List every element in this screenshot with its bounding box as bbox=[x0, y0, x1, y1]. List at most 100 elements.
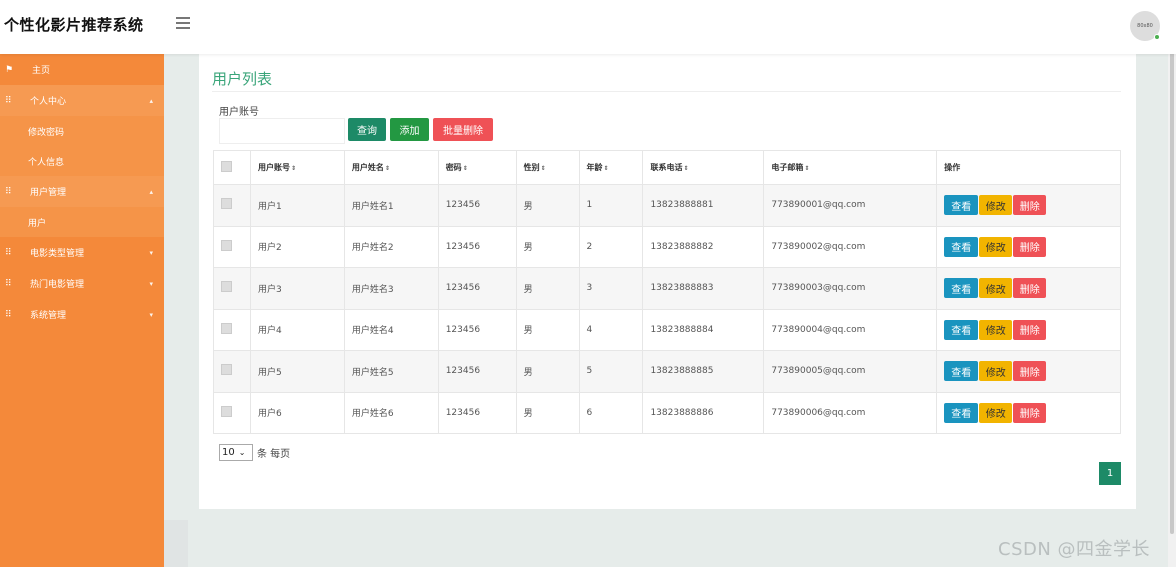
cell-actions: 查看 修改 删除 bbox=[936, 267, 1121, 310]
grid-icon: ⠿ bbox=[5, 278, 12, 289]
cell-age: 6 bbox=[578, 391, 644, 434]
select-all-checkbox[interactable] bbox=[221, 161, 232, 172]
sidebar-item-label: 系统管理 bbox=[30, 311, 67, 321]
grid-icon: ⠿ bbox=[5, 95, 12, 106]
view-button[interactable]: 查看 bbox=[944, 361, 979, 382]
search-input[interactable] bbox=[219, 118, 345, 144]
row-checkbox[interactable] bbox=[221, 281, 232, 293]
cell-actions: 查看 修改 删除 bbox=[936, 350, 1121, 393]
column-header-account[interactable]: 用户账号⇕ bbox=[249, 150, 345, 185]
grid-icon: ⠿ bbox=[5, 186, 12, 197]
delete-button[interactable]: 删除 bbox=[1013, 319, 1047, 340]
row-checkbox[interactable] bbox=[221, 198, 232, 210]
cell-phone: 13823888886 bbox=[642, 391, 765, 434]
cell-account: 用户4 bbox=[249, 308, 345, 351]
view-button[interactable]: 查看 bbox=[944, 195, 979, 216]
row-checkbox[interactable] bbox=[221, 405, 232, 417]
delete-button[interactable]: 删除 bbox=[1013, 278, 1047, 299]
chevron-down-icon: ▾ bbox=[149, 248, 153, 257]
sort-icon: ⇕ bbox=[683, 165, 689, 172]
cell-age: 1 bbox=[578, 184, 644, 227]
scrollbar-thumb[interactable] bbox=[1170, 34, 1174, 534]
sidebar-item-label: 主页 bbox=[32, 66, 51, 76]
view-button[interactable]: 查看 bbox=[944, 278, 979, 299]
cell-actions: 查看 修改 删除 bbox=[936, 184, 1121, 227]
column-header-email[interactable]: 电子邮箱⇕ bbox=[763, 150, 938, 185]
cell-gender: 男 bbox=[515, 391, 580, 434]
cell-phone: 13823888883 bbox=[642, 267, 765, 310]
cell-password: 123456 bbox=[437, 391, 517, 434]
sort-icon: ⇕ bbox=[384, 165, 390, 172]
delete-button[interactable]: 删除 bbox=[1013, 402, 1047, 423]
chevron-down-icon: ⌄ bbox=[238, 448, 246, 457]
column-header-label: 用户姓名 bbox=[351, 163, 384, 172]
cell-age: 3 bbox=[578, 267, 644, 310]
cell-password: 123456 bbox=[437, 184, 517, 227]
sidebar-item-label: 个人信息 bbox=[28, 157, 65, 168]
sidebar-item-personal-center[interactable]: ⠿ 个人中心 ▴ bbox=[0, 85, 164, 116]
title-divider bbox=[212, 91, 1121, 92]
cell-email: 773890002@qq.com bbox=[763, 225, 938, 268]
column-header-label: 密码 bbox=[445, 163, 462, 172]
delete-button[interactable]: 删除 bbox=[1013, 236, 1047, 257]
column-header-gender[interactable]: 性别⇕ bbox=[515, 150, 580, 185]
edit-button[interactable]: 修改 bbox=[979, 402, 1013, 423]
table-row: 用户2 用户姓名2 123456 男 2 13823888882 7738900… bbox=[213, 225, 1121, 268]
sidebar-item-label: 用户管理 bbox=[30, 188, 67, 198]
cell-password: 123456 bbox=[437, 308, 517, 351]
cell-name: 用户姓名4 bbox=[343, 308, 439, 351]
batch-delete-button[interactable]: 批量删除 bbox=[433, 118, 493, 141]
cell-gender: 男 bbox=[515, 267, 580, 310]
sidebar-subitem-users[interactable]: 用户 bbox=[0, 207, 164, 237]
chevron-down-icon: ▾ bbox=[149, 279, 153, 288]
view-button[interactable]: 查看 bbox=[944, 402, 979, 423]
content-card: 用户列表 用户账号 查询 添加 批量删除 用户账号⇕ 用户姓名⇕ 密码⇕ 性别⇕… bbox=[199, 54, 1136, 509]
sidebar-subitem-change-password[interactable]: 修改密码 bbox=[0, 116, 164, 146]
row-checkbox[interactable] bbox=[221, 364, 232, 376]
sidebar-item-system-management[interactable]: ⠿ 系统管理 ▾ bbox=[0, 299, 164, 330]
delete-button[interactable]: 删除 bbox=[1013, 361, 1047, 382]
view-button[interactable]: 查看 bbox=[944, 319, 979, 340]
search-label: 用户账号 bbox=[219, 107, 259, 118]
column-header-label: 年龄 bbox=[586, 163, 603, 172]
row-checkbox[interactable] bbox=[221, 322, 232, 334]
delete-button[interactable]: 删除 bbox=[1013, 195, 1047, 216]
table-row: 用户1 用户姓名1 123456 男 1 13823888881 7738900… bbox=[213, 184, 1121, 227]
column-header-age[interactable]: 年龄⇕ bbox=[578, 150, 644, 185]
edit-button[interactable]: 修改 bbox=[979, 278, 1013, 299]
cell-actions: 查看 修改 删除 bbox=[936, 391, 1121, 434]
cell-name: 用户姓名5 bbox=[343, 350, 439, 393]
sidebar-item-movie-type-management[interactable]: ⠿ 电影类型管理 ▾ bbox=[0, 237, 164, 268]
pagination-page-button[interactable]: 1 bbox=[1099, 462, 1121, 485]
cell-phone: 13823888884 bbox=[642, 308, 765, 351]
watermark: CSDN @四金学长 bbox=[998, 539, 1151, 560]
sidebar-item-label: 热门电影管理 bbox=[30, 280, 85, 290]
menu-toggle-icon[interactable] bbox=[176, 17, 190, 31]
online-status-dot bbox=[1154, 34, 1160, 40]
page-size-select[interactable]: 10 ⌄ bbox=[219, 444, 253, 461]
row-checkbox[interactable] bbox=[221, 239, 232, 251]
cell-email: 773890003@qq.com bbox=[763, 267, 938, 310]
sort-icon: ⇕ bbox=[804, 165, 810, 172]
column-header-password[interactable]: 密码⇕ bbox=[437, 150, 517, 185]
view-button[interactable]: 查看 bbox=[944, 236, 979, 257]
cell-phone: 13823888885 bbox=[642, 350, 765, 393]
column-header-name[interactable]: 用户姓名⇕ bbox=[343, 150, 439, 185]
edit-button[interactable]: 修改 bbox=[979, 195, 1013, 216]
grid-icon: ⠿ bbox=[5, 309, 12, 320]
edit-button[interactable]: 修改 bbox=[979, 319, 1013, 340]
table-header-row: 用户账号⇕ 用户姓名⇕ 密码⇕ 性别⇕ 年龄⇕ 联系电话⇕ 电子邮箱⇕ 操作 bbox=[213, 150, 1121, 185]
sidebar-subitem-personal-info[interactable]: 个人信息 bbox=[0, 146, 164, 176]
cell-gender: 男 bbox=[515, 350, 580, 393]
edit-button[interactable]: 修改 bbox=[979, 361, 1013, 382]
edit-button[interactable]: 修改 bbox=[979, 236, 1013, 257]
add-button[interactable]: 添加 bbox=[390, 118, 429, 141]
sidebar-item-hot-movie-management[interactable]: ⠿ 热门电影管理 ▾ bbox=[0, 268, 164, 299]
sidebar-item-label: 个人中心 bbox=[30, 97, 67, 107]
sidebar-item-user-management[interactable]: ⠿ 用户管理 ▴ bbox=[0, 176, 164, 207]
cell-password: 123456 bbox=[437, 267, 517, 310]
query-button[interactable]: 查询 bbox=[348, 118, 386, 141]
column-header-phone[interactable]: 联系电话⇕ bbox=[642, 150, 765, 185]
cell-email: 773890005@qq.com bbox=[763, 350, 938, 393]
sidebar-item-home[interactable]: ⚑ 主页 bbox=[0, 54, 164, 85]
